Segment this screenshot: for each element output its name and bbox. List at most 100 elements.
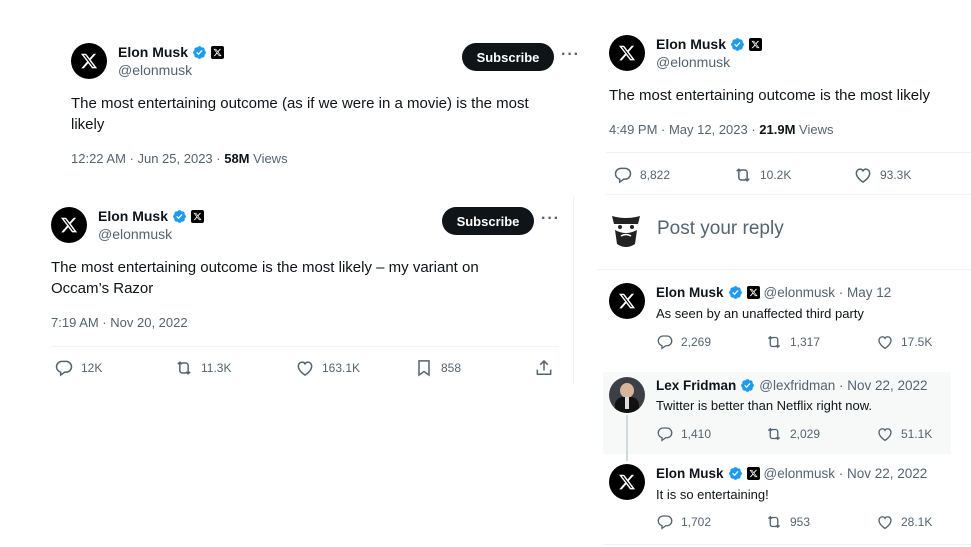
bookmark-icon [414, 358, 434, 378]
author-name[interactable]: Elon Musk [118, 44, 188, 60]
tweet-text: The most entertaining outcome (as if we … [71, 95, 529, 133]
retweet-icon [765, 513, 783, 531]
elon-avatar[interactable] [609, 283, 645, 319]
user-avatar-icon[interactable] [609, 210, 643, 250]
like-count: 163.1K [322, 361, 361, 375]
like-action[interactable]: 163.1K [295, 358, 360, 378]
like-count: 51.1K [901, 427, 933, 441]
retweet-icon [733, 165, 753, 185]
elon-avatar[interactable] [71, 43, 107, 79]
divider [597, 269, 971, 270]
author-name[interactable]: Lex Fridman [656, 378, 736, 393]
verified-badge-icon [192, 45, 207, 60]
x-affiliate-badge-icon [191, 209, 205, 223]
like-count: 93.3K [880, 168, 912, 182]
heart-icon [853, 165, 873, 185]
reply-action[interactable]: 8,822 [613, 165, 670, 185]
elon-avatar[interactable] [609, 464, 645, 500]
author-handle[interactable]: @elonmusk [98, 226, 172, 242]
more-options-icon[interactable]: ··· [541, 210, 560, 228]
reply-input[interactable]: Post your reply [657, 218, 784, 240]
views-count: 21.9M [759, 122, 796, 137]
retweet-action[interactable]: 10.2K [733, 165, 791, 185]
tweet-time[interactable]: 4:49 PM · May 12, 2023 · [609, 122, 759, 137]
tweet-time[interactable]: 12:22 AM · Jun 25, 2023 · [71, 151, 224, 166]
reply-icon [54, 358, 74, 378]
reply-meta[interactable]: @elonmusk · Nov 22, 2022 [764, 466, 928, 481]
author-name[interactable]: Elon Musk [98, 208, 168, 224]
verified-badge-icon [728, 466, 743, 481]
retweet-action[interactable]: 2,029 [765, 425, 820, 443]
author-name[interactable]: Elon Musk [656, 466, 724, 481]
reply-count: 1,410 [681, 427, 712, 441]
tweet-timestamp[interactable]: 4:49 PM · May 12, 2023 · 21.9M Views [609, 122, 834, 137]
author-name[interactable]: Elon Musk [656, 285, 724, 300]
tweet-timestamp[interactable]: 12:22 AM · Jun 25, 2023 · 58M Views [71, 151, 288, 166]
retweet-count: 10.2K [760, 168, 792, 182]
bookmark-action[interactable]: 858 [414, 358, 461, 378]
author-handle[interactable]: @elonmusk [118, 62, 192, 78]
reply-icon [613, 165, 633, 185]
retweet-count: 2,029 [790, 427, 821, 441]
retweet-action[interactable]: 953 [765, 513, 810, 531]
thread-line [626, 415, 628, 461]
x-logo-icon [80, 52, 98, 70]
lex-avatar[interactable] [609, 377, 645, 413]
retweet-count: 1,317 [790, 335, 821, 349]
share-action[interactable] [534, 358, 554, 378]
reply-action[interactable]: 12K [54, 358, 102, 378]
heart-icon [876, 425, 894, 443]
x-affiliate-badge-icon [746, 286, 760, 299]
x-affiliate-badge-icon [746, 467, 760, 480]
like-count: 28.1K [901, 515, 933, 529]
reply-meta[interactable]: @elonmusk · May 12 [764, 285, 892, 300]
bookmark-count: 858 [441, 361, 462, 375]
author-name[interactable]: Elon Musk [656, 36, 726, 52]
reply-text: Twitter is better than Netflix right now… [656, 398, 873, 413]
share-icon [534, 358, 554, 378]
tweet-text: The most entertaining outcome is the mos… [609, 87, 930, 104]
like-action[interactable]: 28.1K [876, 513, 932, 531]
more-options-icon[interactable]: ··· [561, 46, 580, 64]
elon-avatar[interactable] [609, 35, 645, 71]
like-action[interactable]: 93.3K [853, 165, 911, 185]
subscribe-button[interactable]: Subscribe [442, 207, 534, 235]
reply-action[interactable]: 2,269 [656, 333, 711, 351]
reply-action[interactable]: 1,702 [656, 513, 711, 531]
reply-meta[interactable]: @lexfridman · Nov 22, 2022 [759, 378, 927, 393]
tweet-timestamp[interactable]: 7:19 AM · Nov 20, 2022 [51, 315, 188, 330]
views-label: Views [795, 122, 834, 137]
views-count: 58M [224, 151, 250, 166]
reply-text: It is so entertaining! [656, 487, 769, 502]
divider [606, 152, 971, 153]
x-logo-icon [60, 216, 78, 234]
heart-icon [876, 333, 894, 351]
retweet-count: 11.3K [201, 361, 232, 375]
subscribe-button[interactable]: Subscribe [462, 43, 554, 71]
reply-count: 8,822 [640, 168, 671, 182]
heart-icon [295, 358, 315, 378]
reply-count: 12K [81, 361, 103, 375]
heart-icon [876, 513, 894, 531]
verified-badge-icon [172, 209, 187, 224]
x-logo-icon [618, 44, 636, 62]
x-logo-icon [618, 473, 636, 491]
author-handle[interactable]: @elonmusk [656, 54, 730, 70]
retweet-count: 953 [790, 515, 811, 529]
x-logo-icon [618, 292, 636, 310]
reply-action[interactable]: 1,410 [656, 425, 711, 443]
like-count: 17.5K [901, 335, 933, 349]
tweet-text: The most entertaining outcome is the mos… [51, 259, 479, 297]
divider [51, 346, 559, 347]
verified-badge-icon [740, 378, 755, 393]
verified-badge-icon [728, 285, 743, 300]
x-affiliate-badge-icon [211, 45, 225, 59]
reply-count: 2,269 [681, 335, 712, 349]
x-affiliate-badge-icon [749, 37, 763, 51]
like-action[interactable]: 17.5K [876, 333, 932, 351]
column-divider [573, 195, 574, 385]
like-action[interactable]: 51.1K [876, 425, 932, 443]
retweet-action[interactable]: 1,317 [765, 333, 820, 351]
elon-avatar[interactable] [51, 207, 87, 243]
retweet-action[interactable]: 11.3K [174, 358, 231, 378]
